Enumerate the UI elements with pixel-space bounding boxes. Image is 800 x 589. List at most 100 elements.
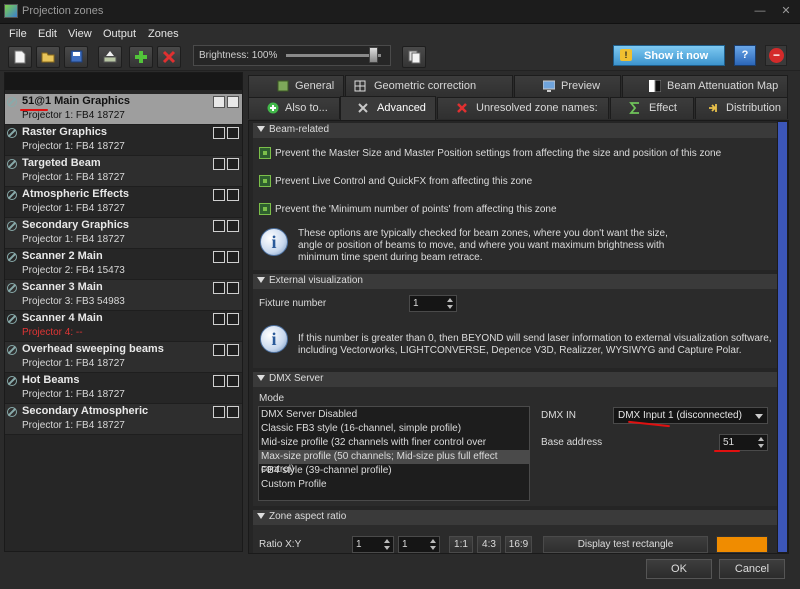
tab-geometric-correction[interactable]: Geometric correction bbox=[345, 75, 513, 97]
brightness-slider-track[interactable] bbox=[286, 54, 381, 57]
spinner-arrows-icon[interactable] bbox=[756, 436, 766, 449]
ratio-x-spinner[interactable]: 1 bbox=[352, 536, 394, 553]
zone-checkbox-b[interactable] bbox=[227, 344, 239, 356]
brightness-slider-thumb[interactable] bbox=[369, 47, 378, 63]
zone-item[interactable]: Scanner 4 Main Projector 4: -- bbox=[5, 311, 242, 342]
help-button[interactable]: ? bbox=[734, 45, 756, 66]
info-text-line: including Vectorworks, LIGHTCONVERSE, De… bbox=[298, 345, 742, 356]
zone-checkbox-a[interactable] bbox=[213, 282, 225, 294]
add-zone-button[interactable] bbox=[129, 46, 153, 68]
tab-also-to[interactable]: Also to... bbox=[248, 97, 340, 119]
mode-option[interactable]: DMX Server Disabled bbox=[259, 408, 529, 422]
fixture-number-spinner[interactable]: 1 bbox=[409, 295, 457, 312]
mode-option-selected[interactable]: Max-size profile (50 channels; Mid-size … bbox=[259, 450, 529, 475]
color-swatch[interactable] bbox=[716, 536, 768, 553]
zone-projector: Projector 1: FB4 18727 bbox=[22, 358, 125, 369]
copy-button[interactable] bbox=[402, 46, 426, 68]
section-header-zone-aspect-ratio[interactable]: Zone aspect ratio bbox=[253, 510, 777, 525]
zone-item[interactable]: Scanner 3 Main Projector 3: FB3 54983 bbox=[5, 280, 242, 311]
tab-preview[interactable]: Preview bbox=[514, 75, 621, 97]
zone-checkbox-b[interactable] bbox=[227, 158, 239, 170]
zone-checkbox-b[interactable] bbox=[227, 96, 239, 108]
zone-checkbox-a[interactable] bbox=[213, 313, 225, 325]
zone-checkbox-b[interactable] bbox=[227, 406, 239, 418]
zone-checkbox-b[interactable] bbox=[227, 220, 239, 232]
tab-general[interactable]: General bbox=[248, 75, 344, 97]
menu-file[interactable]: File bbox=[9, 28, 27, 40]
spinner-arrows-icon[interactable] bbox=[382, 538, 392, 551]
checkbox-prevent-live-control[interactable] bbox=[259, 175, 271, 187]
zone-checkbox-b[interactable] bbox=[227, 127, 239, 139]
cancel-button[interactable]: Cancel bbox=[719, 559, 785, 579]
ratio-1-1-button[interactable]: 1:1 bbox=[449, 536, 473, 553]
new-button[interactable] bbox=[8, 46, 32, 68]
zone-item[interactable]: Overhead sweeping beams Projector 1: FB4… bbox=[5, 342, 242, 373]
zone-checkbox-a[interactable] bbox=[213, 96, 225, 108]
close-button[interactable]: ✕ bbox=[778, 4, 794, 18]
save-button[interactable] bbox=[64, 46, 88, 68]
zone-item[interactable]: Secondary Graphics Projector 1: FB4 1872… bbox=[5, 218, 242, 249]
tab-advanced[interactable]: Advanced bbox=[340, 96, 436, 120]
mode-option[interactable]: Custom Profile bbox=[259, 478, 529, 492]
mode-option[interactable]: Classic FB3 style (16-channel, simple pr… bbox=[259, 422, 529, 436]
zone-checkbox-b[interactable] bbox=[227, 282, 239, 294]
menu-edit[interactable]: Edit bbox=[38, 28, 57, 40]
print-button[interactable] bbox=[98, 46, 122, 68]
zone-disabled-icon bbox=[7, 314, 17, 324]
tab-unresolved-zone-names[interactable]: Unresolved zone names: 65 bbox=[437, 97, 609, 135]
zone-checkbox-b[interactable] bbox=[227, 313, 239, 325]
mode-option[interactable]: Mid-size profile (32 channels with finer… bbox=[259, 436, 529, 461]
section-header-external-visualization[interactable]: External visualization bbox=[253, 274, 777, 289]
spinner-arrows-icon[interactable] bbox=[428, 538, 438, 551]
display-test-rectangle-button[interactable]: Display test rectangle bbox=[543, 536, 708, 553]
app-icon bbox=[4, 4, 18, 18]
section-header-dmx-server[interactable]: DMX Server bbox=[253, 372, 777, 387]
menu-output[interactable]: Output bbox=[103, 28, 136, 40]
zone-checkbox-a[interactable] bbox=[213, 375, 225, 387]
zone-checkbox-a[interactable] bbox=[213, 189, 225, 201]
checkbox-prevent-master-size[interactable] bbox=[259, 147, 271, 159]
zone-item[interactable]: Targeted Beam Projector 1: FB4 18727 bbox=[5, 156, 242, 187]
zone-item[interactable]: Raster Graphics Projector 1: FB4 18727 bbox=[5, 125, 242, 156]
checkbox-prevent-min-points[interactable] bbox=[259, 203, 271, 215]
section-header-beam-related[interactable]: Beam-related bbox=[253, 123, 777, 138]
scrollbar-thumb[interactable] bbox=[778, 122, 787, 552]
zone-checkbox-a[interactable] bbox=[213, 251, 225, 263]
open-button[interactable] bbox=[36, 46, 60, 68]
menu-zones[interactable]: Zones bbox=[148, 28, 179, 40]
mode-option[interactable]: FB4 style (39-channel profile) bbox=[259, 464, 529, 478]
zone-checkbox-b[interactable] bbox=[227, 189, 239, 201]
zone-item[interactable]: Atmospheric Effects Projector 1: FB4 187… bbox=[5, 187, 242, 218]
zone-item[interactable]: Scanner 2 Main Projector 2: FB4 15473 bbox=[5, 249, 242, 280]
zone-item[interactable]: Secondary Atmospheric Projector 1: FB4 1… bbox=[5, 404, 242, 435]
zone-checkbox-b[interactable] bbox=[227, 251, 239, 263]
spinner-value: 1 bbox=[356, 539, 362, 550]
tab-effect[interactable]: Effect bbox=[610, 97, 694, 119]
zone-name: Raster Graphics bbox=[22, 126, 107, 138]
base-address-spinner[interactable]: 51 bbox=[719, 434, 768, 451]
zone-projector-warning: Projector 4: -- bbox=[22, 327, 83, 338]
zone-checkbox-a[interactable] bbox=[213, 344, 225, 356]
zone-filter-bar[interactable] bbox=[5, 73, 242, 90]
delete-zone-button[interactable] bbox=[157, 46, 181, 68]
zone-disabled-icon bbox=[7, 283, 17, 293]
tab-distribution[interactable]: Distribution bbox=[695, 97, 788, 119]
ratio-4-3-button[interactable]: 4:3 bbox=[477, 536, 501, 553]
ratio-y-spinner[interactable]: 1 bbox=[398, 536, 440, 553]
zone-checkbox-a[interactable] bbox=[213, 220, 225, 232]
info-icon: i bbox=[260, 228, 288, 256]
ok-button[interactable]: OK bbox=[646, 559, 712, 579]
stop-button[interactable]: − bbox=[765, 45, 787, 66]
menu-view[interactable]: View bbox=[68, 28, 92, 40]
zone-checkbox-a[interactable] bbox=[213, 127, 225, 139]
show-it-now-button[interactable]: ! Show it now bbox=[613, 45, 725, 66]
minimize-button[interactable]: — bbox=[752, 4, 768, 18]
zone-item[interactable]: Hot Beams Projector 1: FB4 18727 bbox=[5, 373, 242, 404]
zone-checkbox-b[interactable] bbox=[227, 375, 239, 387]
zone-checkbox-a[interactable] bbox=[213, 406, 225, 418]
zone-name: Atmospheric Effects bbox=[22, 188, 129, 200]
zone-checkbox-a[interactable] bbox=[213, 158, 225, 170]
tab-beam-attenuation-map[interactable]: Beam Attenuation Map bbox=[622, 75, 788, 97]
ratio-16-9-button[interactable]: 16:9 bbox=[505, 536, 532, 553]
spinner-arrows-icon[interactable] bbox=[445, 297, 455, 310]
